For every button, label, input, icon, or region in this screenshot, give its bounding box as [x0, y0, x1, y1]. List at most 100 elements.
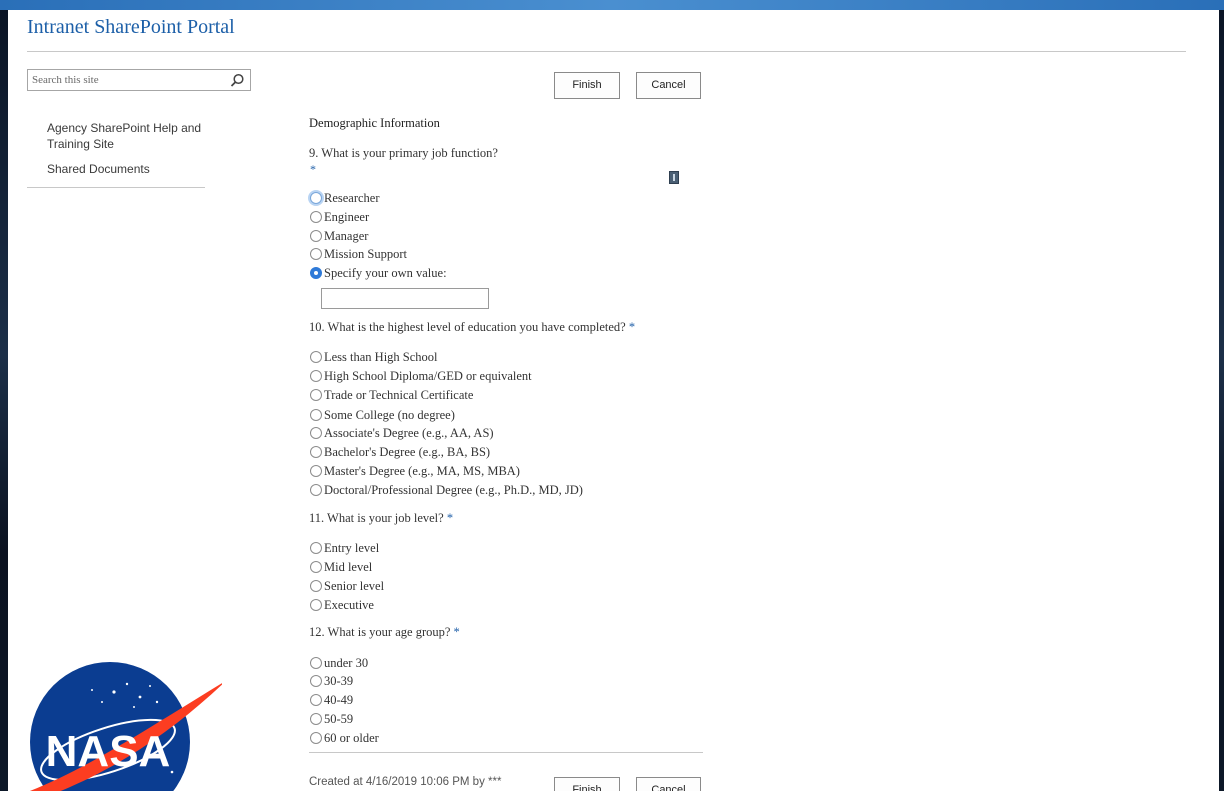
- option-bachelors-degree[interactable]: Bachelor's Degree (e.g., BA, BS): [310, 443, 490, 461]
- option-50-59[interactable]: 50-59: [310, 710, 353, 728]
- option-trade-certificate[interactable]: Trade or Technical Certificate: [310, 386, 473, 404]
- radio-button[interactable]: [310, 542, 322, 554]
- radio-button[interactable]: [310, 192, 322, 204]
- option-label: under 30: [324, 655, 369, 670]
- option-label: Executive: [324, 597, 374, 612]
- option-label: 40-49: [324, 692, 354, 707]
- option-label: 60 or older: [324, 730, 379, 745]
- nav-item-shared-documents[interactable]: Shared Documents: [47, 161, 207, 177]
- form-heading: Demographic Information: [309, 116, 440, 130]
- option-label: Engineer: [324, 209, 370, 224]
- option-some-college[interactable]: Some College (no degree): [310, 406, 455, 424]
- scroll-handle-icon[interactable]: [669, 171, 679, 184]
- option-40-49[interactable]: 40-49: [310, 691, 353, 709]
- browser-top-bar: [0, 0, 1224, 10]
- option-label: Bachelor's Degree (e.g., BA, BS): [324, 444, 491, 459]
- option-mid-level[interactable]: Mid level: [310, 558, 372, 576]
- radio-button[interactable]: [310, 694, 322, 706]
- option-label: High School Diploma/GED or equivalent: [324, 368, 532, 383]
- radio-button[interactable]: [310, 657, 322, 669]
- footer-divider: [309, 752, 703, 753]
- question-text: 9. What is your primary job function?: [309, 146, 498, 160]
- option-high-school-diploma[interactable]: High School Diploma/GED or equivalent: [310, 367, 532, 385]
- option-label: 50-59: [324, 711, 354, 726]
- finish-button[interactable]: Finish: [554, 72, 620, 99]
- option-label: Manager: [324, 228, 369, 243]
- question-text: 12. What is your age group?: [309, 625, 451, 639]
- created-info: Created at 4/16/2019 10:06 PM by ***: [309, 776, 502, 788]
- radio-button[interactable]: [310, 248, 322, 260]
- radio-button[interactable]: [310, 409, 322, 421]
- required-marker: *: [453, 625, 460, 639]
- question-9-label: 9. What is your primary job function?: [309, 146, 498, 161]
- option-researcher[interactable]: Researcher: [310, 189, 380, 207]
- own-value-input[interactable]: [321, 288, 489, 309]
- option-label: Entry level: [324, 540, 380, 555]
- radio-button[interactable]: [310, 599, 322, 611]
- radio-button[interactable]: [310, 675, 322, 687]
- quick-launch-nav: Agency SharePoint Help and Training Site…: [47, 120, 207, 177]
- radio-button[interactable]: [310, 230, 322, 242]
- option-doctoral-degree[interactable]: Doctoral/Professional Degree (e.g., Ph.D…: [310, 481, 583, 499]
- radio-button[interactable]: [310, 389, 322, 401]
- radio-button[interactable]: [310, 211, 322, 223]
- nasa-logo-text: NASA: [46, 727, 171, 776]
- background-right-edge: [1219, 0, 1224, 791]
- option-label: Some College (no degree): [324, 407, 455, 422]
- option-label: Doctoral/Professional Degree (e.g., Ph.D…: [324, 482, 583, 497]
- radio-button[interactable]: [310, 427, 322, 439]
- option-associates-degree[interactable]: Associate's Degree (e.g., AA, AS): [310, 424, 494, 442]
- finish-button-bottom[interactable]: Finish: [554, 777, 620, 791]
- option-executive[interactable]: Executive: [310, 596, 374, 614]
- option-label: Trade or Technical Certificate: [324, 387, 474, 402]
- background-left-edge: [0, 0, 8, 791]
- radio-button[interactable]: [310, 561, 322, 573]
- radio-button[interactable]: [310, 713, 322, 725]
- required-marker: *: [628, 320, 636, 334]
- option-senior-level[interactable]: Senior level: [310, 577, 384, 595]
- option-label: Specify your own value:: [324, 265, 447, 280]
- option-30-39[interactable]: 30-39: [310, 672, 353, 690]
- question-text: 10. What is the highest level of educati…: [309, 320, 626, 334]
- radio-button[interactable]: [310, 580, 322, 592]
- site-title[interactable]: Intranet SharePoint Portal: [27, 16, 235, 39]
- search-box: [27, 69, 251, 91]
- option-mission-support[interactable]: Mission Support: [310, 245, 407, 263]
- radio-button[interactable]: [310, 351, 322, 363]
- radio-button[interactable]: [310, 484, 322, 496]
- cancel-button-bottom[interactable]: Cancel: [636, 777, 701, 791]
- option-entry-level[interactable]: Entry level: [310, 539, 379, 557]
- option-label: Mission Support: [324, 246, 408, 261]
- option-60-or-older[interactable]: 60 or older: [310, 729, 379, 747]
- search-icon[interactable]: [230, 73, 245, 88]
- option-label: 30-39: [324, 673, 354, 688]
- radio-button[interactable]: [310, 446, 322, 458]
- option-manager[interactable]: Manager: [310, 227, 368, 245]
- title-divider: [27, 51, 1186, 52]
- option-under-30[interactable]: under 30: [310, 654, 368, 672]
- sharepoint-page: Intranet SharePoint Portal Agency ShareP…: [8, 10, 1219, 791]
- cancel-button[interactable]: Cancel: [636, 72, 701, 99]
- required-marker: *: [446, 511, 454, 525]
- nasa-logo: NASA: [29, 662, 222, 791]
- option-label: Less than High School: [324, 349, 438, 364]
- option-less-than-high-school[interactable]: Less than High School: [310, 348, 438, 366]
- option-label: Researcher: [324, 190, 380, 205]
- option-specify-own-value[interactable]: Specify your own value:: [310, 264, 447, 282]
- radio-button[interactable]: [310, 465, 322, 477]
- question-text: 11. What is your job level?: [309, 511, 444, 525]
- radio-button-selected[interactable]: [310, 267, 322, 279]
- question-10-label: 10. What is the highest level of educati…: [309, 320, 635, 335]
- option-label: Senior level: [324, 578, 385, 593]
- search-input[interactable]: [32, 70, 222, 90]
- option-label: Mid level: [324, 559, 373, 574]
- option-engineer[interactable]: Engineer: [310, 208, 369, 226]
- option-label: Master's Degree (e.g., MA, MS, MBA): [324, 463, 520, 478]
- question-12-label: 12. What is your age group? *: [309, 625, 460, 640]
- option-masters-degree[interactable]: Master's Degree (e.g., MA, MS, MBA): [310, 462, 520, 480]
- radio-button[interactable]: [310, 732, 322, 744]
- nav-item-help-training[interactable]: Agency SharePoint Help and Training Site: [47, 120, 207, 152]
- radio-button[interactable]: [310, 370, 322, 382]
- required-marker: *: [310, 162, 316, 176]
- question-11-label: 11. What is your job level? *: [309, 511, 453, 526]
